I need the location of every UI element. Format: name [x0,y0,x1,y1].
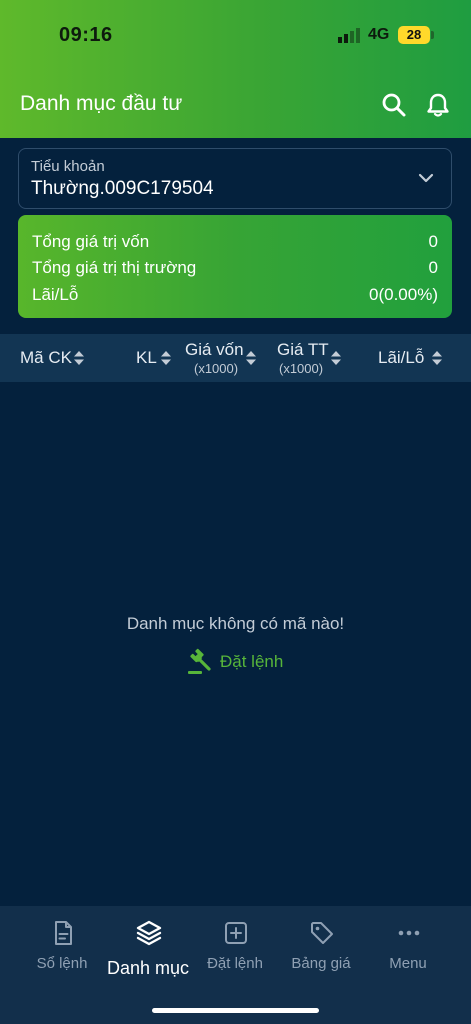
column-header-profit-loss[interactable]: Lãi/Lỗ [378,334,448,382]
column-unit: (x1000) [194,361,239,376]
page-title: Danh mục đầu tư [20,92,183,115]
nav-label: Bảng giá [291,955,351,972]
holdings-table-header: Mã CK KL Giá vốn (x1000) Giá TT (x1000) … [0,334,471,382]
place-order-link[interactable]: Đặt lệnh [186,648,290,676]
column-header-cost-price[interactable]: Giá vốn (x1000) [185,334,261,382]
tag-icon [311,922,333,944]
sort-icon [74,351,84,365]
summary-row: Lãi/Lỗ 0(0.00%) [32,285,438,309]
status-bar: 09:16 4G 28 [0,0,471,70]
sort-icon [161,351,171,365]
status-time: 09:16 [59,24,113,46]
summary-label: Tổng giá trị thị trường [32,258,197,277]
column-label: Giá vốn [185,340,244,359]
more-icon [398,930,420,936]
nav-label: Menu [389,955,427,972]
sort-icon [432,351,442,365]
battery-tip [431,31,434,39]
nav-item-place-order[interactable]: Đặt lệnh [190,918,280,988]
column-label: KL [136,348,157,367]
nav-label: Đặt lệnh [207,955,263,972]
signal-icon [338,28,360,43]
column-unit: (x1000) [279,361,324,376]
bottom-navigation: Sổ lệnh Danh mục Đặt lệnh Bảng giá Menu [0,906,471,1024]
account-value: Thường.009C179504 [31,178,214,199]
nav-label: Danh mục [106,958,190,978]
empty-state-message: Danh mục không có mã nào! [126,614,345,633]
search-icon[interactable] [381,92,407,118]
home-indicator [152,1008,319,1013]
battery-icon: 28 [398,26,430,44]
nav-item-menu[interactable]: Menu [363,918,453,988]
chevron-down-icon [418,173,434,183]
column-header-market-price[interactable]: Giá TT (x1000) [277,334,347,382]
summary-row: Tổng giá trị vốn 0 [32,232,438,256]
sort-icon [246,351,256,365]
app-header: 09:16 4G 28 Danh mục đầu tư [0,0,471,138]
column-label: Giá TT [277,340,329,359]
summary-label: Lãi/Lỗ [32,285,79,304]
column-header-symbol[interactable]: Mã CK [20,334,90,382]
nav-item-price-board[interactable]: Bảng giá [276,918,366,988]
summary-value: 0 [428,232,438,251]
column-label: Mã CK [20,348,72,367]
nav-item-portfolio[interactable]: Danh mục [103,918,193,988]
nav-item-order-book[interactable]: Sổ lệnh [17,918,107,988]
summary-value: 0 [428,258,438,277]
layers-icon [136,920,162,946]
summary-value: 0(0.00%) [369,285,438,304]
column-header-quantity[interactable]: KL [136,334,176,382]
battery-level: 28 [406,27,422,42]
document-icon [55,921,72,945]
gavel-icon [188,648,211,674]
summary-label: Tổng giá trị vốn [32,232,150,251]
column-label: Lãi/Lỗ [378,348,425,367]
portfolio-summary-card: Tổng giá trị vốn 0 Tổng giá trị thị trườ… [18,215,452,318]
account-selector[interactable]: Tiểu khoản Thường.009C179504 [18,148,452,209]
summary-row: Tổng giá trị thị trường 0 [32,258,438,282]
bell-icon[interactable] [425,92,451,118]
nav-label: Sổ lệnh [36,955,88,972]
sort-icon [331,351,341,365]
account-label: Tiểu khoản [31,158,105,175]
place-order-label: Đặt lệnh [220,652,284,671]
plus-square-icon [225,922,247,944]
network-type: 4G [368,26,390,43]
